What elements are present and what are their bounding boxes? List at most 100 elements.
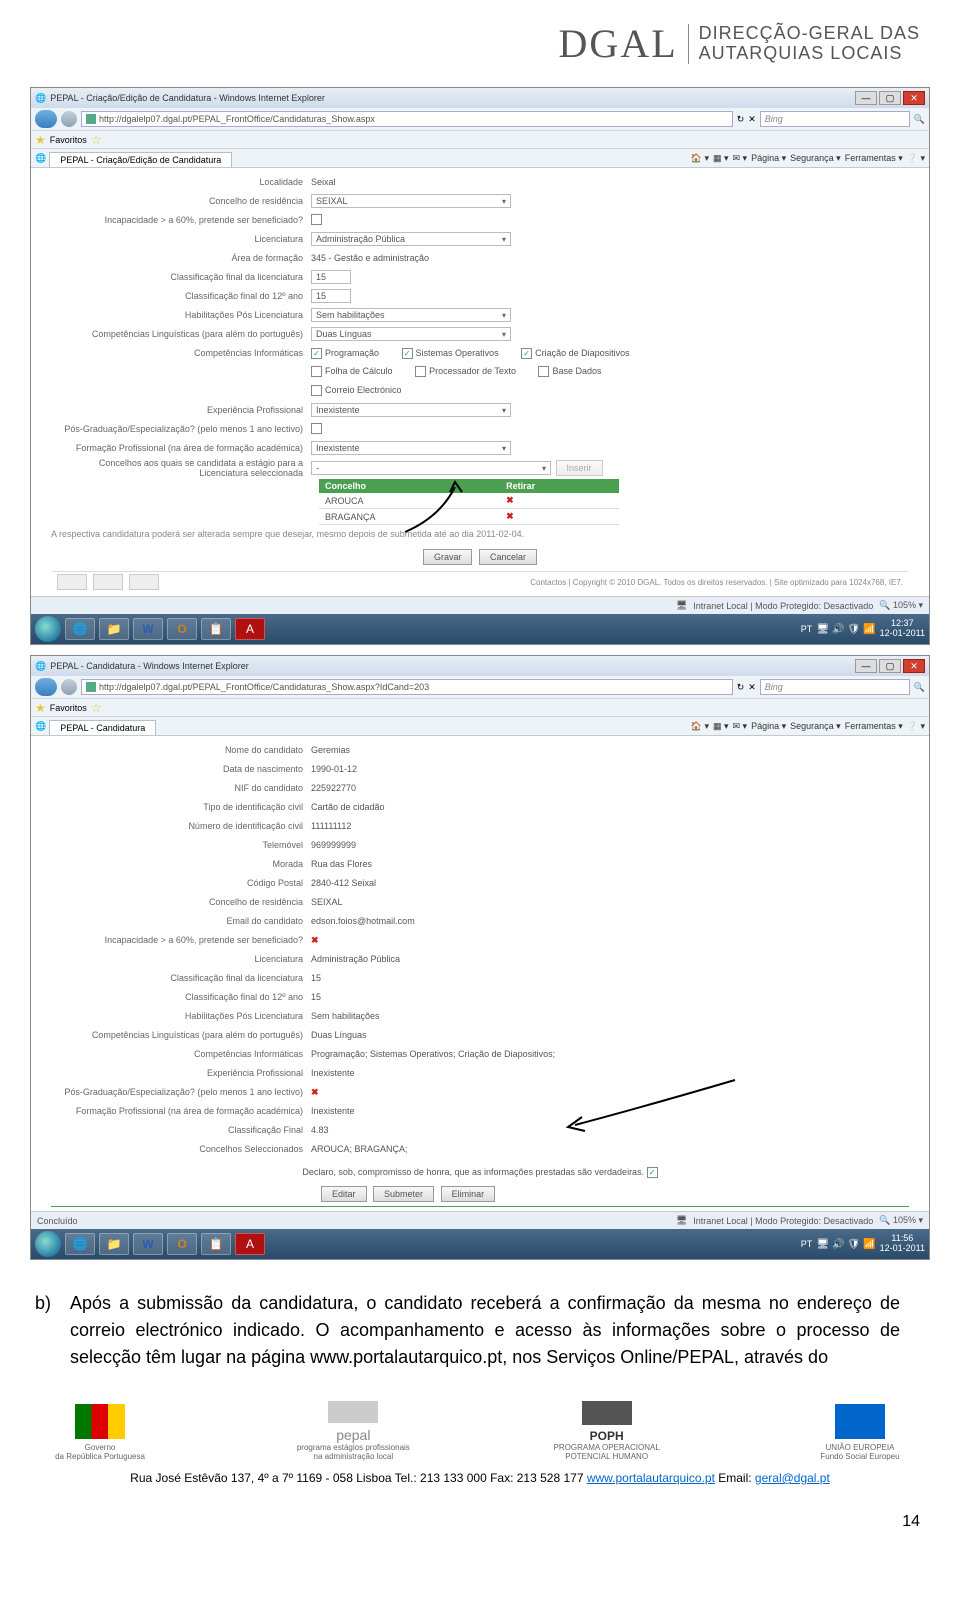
- value-tel: 969999999: [311, 840, 909, 850]
- value-formprof: Inexistente: [311, 1106, 909, 1116]
- checkbox-programacao[interactable]: [311, 348, 322, 359]
- refresh-icon[interactable]: ↻: [737, 114, 745, 125]
- clock[interactable]: 12:37 12-01-2011: [880, 619, 925, 639]
- footer-link-email[interactable]: geral@dgal.pt: [755, 1471, 830, 1485]
- back-button[interactable]: [35, 678, 57, 696]
- address-bar[interactable]: http://dgalelp07.dgal.pt/PEPAL_FrontOffi…: [81, 111, 733, 127]
- footer-address: Rua José Estêvão 137, 4º a 7º 1169 - 058…: [40, 1471, 920, 1485]
- submeter-button[interactable]: Submeter: [373, 1186, 434, 1202]
- select-concelhos[interactable]: -▾: [311, 461, 551, 475]
- footer-logo: [93, 574, 123, 590]
- label-exp: Experiência Profissional: [51, 405, 311, 415]
- feed-icon[interactable]: ▦ ▾: [713, 721, 729, 732]
- task-explorer-icon[interactable]: 📁: [99, 1233, 129, 1255]
- refresh-icon[interactable]: ↻: [737, 682, 745, 693]
- favorites-label[interactable]: Favoritos: [50, 703, 87, 713]
- home-icon[interactable]: 🏠 ▾: [691, 721, 709, 732]
- task-outlook-icon[interactable]: O: [167, 618, 197, 640]
- page-menu[interactable]: Página ▾: [751, 153, 786, 164]
- task-outlook-icon[interactable]: O: [167, 1233, 197, 1255]
- forward-button[interactable]: [61, 111, 77, 127]
- search-icon[interactable]: 🔍: [914, 114, 925, 125]
- active-tab[interactable]: PEPAL - Criação/Edição de Candidatura: [49, 152, 232, 167]
- stop-icon[interactable]: ✕: [748, 114, 756, 125]
- mail-icon[interactable]: ✉ ▾: [733, 153, 748, 164]
- add-favorite-icon[interactable]: ☆: [91, 701, 102, 715]
- system-tray[interactable]: 🖥🔊🛡📶: [816, 1239, 875, 1250]
- checkbox-posgrad[interactable]: [311, 423, 322, 434]
- address-bar[interactable]: http://dgalelp07.dgal.pt/PEPAL_FrontOffi…: [81, 679, 733, 695]
- value-hab: Sem habilitações: [311, 1011, 909, 1021]
- minimize-button[interactable]: —: [855, 659, 877, 673]
- task-word-icon[interactable]: W: [133, 1233, 163, 1255]
- start-button[interactable]: [35, 1231, 61, 1257]
- tools-menu[interactable]: Ferramentas ▾: [845, 153, 903, 164]
- start-button[interactable]: [35, 616, 61, 642]
- task-ie-icon[interactable]: 🌐: [65, 1233, 95, 1255]
- inserir-button[interactable]: Inserir: [556, 460, 603, 476]
- task-adobe-icon[interactable]: A: [235, 1233, 265, 1255]
- stop-icon[interactable]: ✕: [748, 682, 756, 693]
- gravar-button[interactable]: Gravar: [423, 549, 473, 565]
- add-favorite-icon[interactable]: ☆: [91, 133, 102, 147]
- editar-button[interactable]: Editar: [321, 1186, 367, 1202]
- checkbox-sistemas[interactable]: [402, 348, 413, 359]
- checkbox-correio[interactable]: [311, 385, 322, 396]
- task-word-icon[interactable]: W: [133, 618, 163, 640]
- maximize-button[interactable]: ▢: [879, 91, 901, 105]
- security-menu[interactable]: Segurança ▾: [790, 153, 841, 164]
- favorites-icon[interactable]: ★: [35, 701, 46, 715]
- task-app-icon[interactable]: 📋: [201, 618, 231, 640]
- input-class-lic[interactable]: 15: [311, 270, 351, 284]
- lang-indicator[interactable]: PT: [801, 1239, 813, 1249]
- lang-indicator[interactable]: PT: [801, 624, 813, 634]
- checkbox-diapositivos[interactable]: [521, 348, 532, 359]
- checkbox-base[interactable]: [538, 366, 549, 377]
- back-button[interactable]: [35, 110, 57, 128]
- cancelar-button[interactable]: Cancelar: [479, 549, 537, 565]
- footer-link-portal[interactable]: www.portalautarquico.pt: [587, 1471, 715, 1485]
- search-icon[interactable]: 🔍: [914, 682, 925, 693]
- input-class-12[interactable]: 15: [311, 289, 351, 303]
- feed-icon[interactable]: ▦ ▾: [713, 153, 729, 164]
- page-menu[interactable]: Página ▾: [751, 721, 786, 732]
- select-exp[interactable]: Inexistente▾: [311, 403, 511, 417]
- select-comp-ling[interactable]: Duas Línguas▾: [311, 327, 511, 341]
- security-menu[interactable]: Segurança ▾: [790, 721, 841, 732]
- favorites-label[interactable]: Favoritos: [50, 135, 87, 145]
- remove-icon[interactable]: ✖: [506, 511, 514, 521]
- forward-button[interactable]: [61, 679, 77, 695]
- task-app-icon[interactable]: 📋: [201, 1233, 231, 1255]
- help-icon[interactable]: ❔ ▾: [907, 721, 925, 732]
- select-concelho-res[interactable]: SEIXAL▾: [311, 194, 511, 208]
- select-licenciatura[interactable]: Administração Pública▾: [311, 232, 511, 246]
- search-input[interactable]: Bing: [760, 111, 910, 127]
- task-adobe-icon[interactable]: A: [235, 618, 265, 640]
- task-ie-icon[interactable]: 🌐: [65, 618, 95, 640]
- checkbox-folha[interactable]: [311, 366, 322, 377]
- clock[interactable]: 11:56 12-01-2011: [880, 1234, 925, 1254]
- checkbox-incapacidade[interactable]: [311, 214, 322, 225]
- select-formprof[interactable]: Inexistente▾: [311, 441, 511, 455]
- select-hab[interactable]: Sem habilitações▾: [311, 308, 511, 322]
- minimize-button[interactable]: —: [855, 91, 877, 105]
- checkbox-processador[interactable]: [415, 366, 426, 377]
- close-button[interactable]: ✕: [903, 91, 925, 105]
- zoom-level[interactable]: 🔍 105% ▾: [879, 600, 923, 611]
- close-button[interactable]: ✕: [903, 659, 925, 673]
- maximize-button[interactable]: ▢: [879, 659, 901, 673]
- help-icon[interactable]: ❔ ▾: [907, 153, 925, 164]
- search-input[interactable]: Bing: [760, 679, 910, 695]
- active-tab[interactable]: PEPAL - Candidatura: [49, 720, 156, 735]
- zoom-level[interactable]: 🔍 105% ▾: [879, 1215, 923, 1226]
- tools-menu[interactable]: Ferramentas ▾: [845, 721, 903, 732]
- system-tray[interactable]: 🖥🔊🛡📶: [816, 624, 875, 635]
- checkbox-declaro[interactable]: [647, 1167, 658, 1178]
- remove-icon[interactable]: ✖: [506, 495, 514, 505]
- mail-icon[interactable]: ✉ ▾: [733, 721, 748, 732]
- eliminar-button[interactable]: Eliminar: [441, 1186, 496, 1202]
- home-icon[interactable]: 🏠 ▾: [691, 153, 709, 164]
- favorites-icon[interactable]: ★: [35, 133, 46, 147]
- task-explorer-icon[interactable]: 📁: [99, 618, 129, 640]
- concelhos-table: ConcelhoRetirar AROUCA✖ BRAGANÇA✖: [319, 479, 619, 525]
